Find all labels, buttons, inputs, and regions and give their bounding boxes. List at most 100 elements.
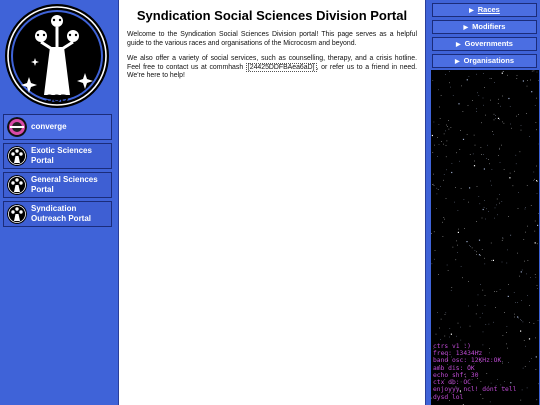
star bbox=[538, 80, 539, 81]
star bbox=[516, 78, 518, 79]
star bbox=[535, 356, 537, 358]
star bbox=[459, 160, 460, 162]
star bbox=[443, 174, 445, 175]
star bbox=[523, 340, 525, 341]
star bbox=[526, 273, 527, 275]
star bbox=[520, 399, 522, 401]
star bbox=[452, 95, 454, 96]
star bbox=[535, 337, 536, 339]
star bbox=[537, 320, 539, 321]
star bbox=[521, 269, 523, 271]
nav-organisations-button[interactable]: ▶ Organisations bbox=[432, 54, 537, 68]
terminal-line: amb dis: OK bbox=[433, 364, 475, 372]
nav-modifiers-button[interactable]: ▶ Modifiers bbox=[432, 20, 537, 34]
ssd-logo[interactable]: SSD bbox=[4, 3, 110, 109]
star bbox=[492, 259, 494, 261]
triangle-right-icon: ▶ bbox=[469, 8, 474, 14]
star bbox=[485, 324, 487, 325]
star bbox=[462, 138, 465, 140]
nav-governments-button[interactable]: ▶ Governments bbox=[432, 37, 537, 51]
star bbox=[490, 242, 492, 244]
star bbox=[432, 80, 434, 81]
star bbox=[538, 383, 539, 385]
star bbox=[481, 154, 482, 155]
star bbox=[478, 254, 481, 256]
star bbox=[437, 189, 439, 190]
star bbox=[501, 72, 503, 74]
star bbox=[460, 188, 462, 189]
logo-text: SSD bbox=[46, 93, 69, 105]
star bbox=[485, 114, 486, 116]
star bbox=[493, 113, 495, 115]
star bbox=[527, 225, 528, 227]
star bbox=[451, 171, 453, 174]
star bbox=[431, 397, 432, 399]
star bbox=[519, 151, 521, 153]
star bbox=[448, 120, 449, 121]
star bbox=[500, 105, 501, 107]
star bbox=[494, 217, 495, 219]
star bbox=[536, 71, 538, 73]
sidebar-item-converge[interactable]: converge bbox=[3, 114, 112, 140]
star bbox=[446, 124, 447, 126]
star bbox=[501, 261, 503, 263]
star bbox=[484, 295, 486, 296]
page-title: Syndication Social Sciences Division Por… bbox=[136, 8, 408, 23]
star bbox=[495, 115, 496, 116]
star bbox=[438, 89, 439, 91]
commhash-value[interactable]: [24425DDFBAea6aD] bbox=[245, 62, 317, 72]
sidebar-item-general-sciences[interactable]: General Sciences Portal bbox=[3, 172, 112, 198]
star bbox=[471, 247, 473, 249]
star bbox=[457, 252, 458, 253]
star bbox=[530, 277, 531, 278]
star bbox=[528, 338, 531, 340]
star bbox=[502, 95, 503, 97]
star bbox=[467, 105, 469, 106]
terminal-line: band osc: 12KHz:OK bbox=[433, 357, 502, 365]
star bbox=[486, 158, 487, 159]
star bbox=[449, 71, 450, 72]
star bbox=[435, 333, 437, 335]
nav-races-button[interactable]: ▶ Races bbox=[432, 3, 537, 17]
star bbox=[469, 187, 471, 189]
sidebar-item-syndication-outreach[interactable]: Syndication Outreach Portal bbox=[3, 201, 112, 227]
star bbox=[451, 287, 453, 288]
star bbox=[527, 260, 529, 261]
star bbox=[449, 82, 450, 84]
star bbox=[433, 231, 435, 233]
star bbox=[489, 163, 490, 165]
star bbox=[530, 79, 531, 81]
intro-paragraph: Welcome to the Syndication Social Scienc… bbox=[127, 31, 417, 47]
star bbox=[477, 92, 478, 94]
left-sidebar: SSD converge Exotic Sciences Portal Gene… bbox=[0, 0, 116, 405]
star bbox=[445, 145, 447, 146]
star bbox=[463, 199, 465, 200]
star bbox=[438, 144, 440, 145]
star bbox=[475, 313, 477, 315]
star bbox=[444, 218, 445, 220]
main-content: Syndication Social Sciences Division Por… bbox=[118, 0, 426, 405]
star bbox=[533, 70, 535, 72]
star bbox=[510, 234, 512, 236]
star bbox=[522, 321, 524, 323]
star bbox=[460, 326, 461, 328]
star bbox=[514, 313, 515, 315]
star bbox=[449, 328, 451, 329]
star bbox=[499, 147, 500, 149]
star bbox=[520, 319, 521, 320]
star bbox=[466, 79, 468, 81]
star bbox=[477, 294, 479, 296]
star bbox=[494, 82, 495, 83]
star bbox=[508, 216, 509, 217]
sidebar-item-exotic-sciences[interactable]: Exotic Sciences Portal bbox=[3, 143, 112, 169]
star bbox=[484, 200, 485, 201]
star bbox=[499, 149, 500, 150]
star bbox=[480, 255, 481, 256]
star bbox=[524, 208, 526, 210]
star bbox=[442, 236, 444, 237]
star bbox=[431, 134, 433, 137]
star bbox=[530, 205, 532, 206]
star bbox=[535, 369, 537, 370]
star bbox=[526, 185, 528, 186]
star bbox=[536, 285, 538, 286]
